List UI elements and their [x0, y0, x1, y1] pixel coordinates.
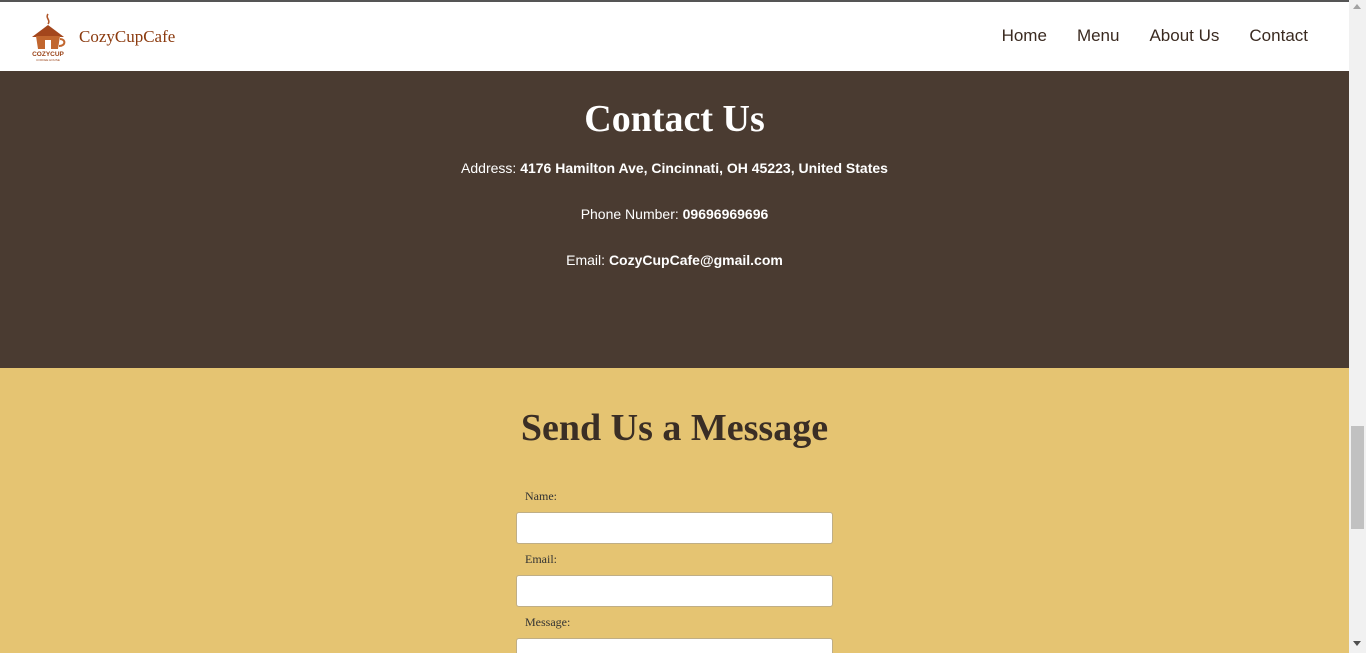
- phone-label: Phone Number:: [580, 206, 679, 222]
- nav-link-home[interactable]: Home: [1002, 26, 1047, 46]
- phone-line: Phone Number: 09696969696: [0, 206, 1349, 222]
- logo-icon: COZYCUP COFFEE HOUSE: [32, 13, 66, 62]
- vertical-scrollbar[interactable]: [1349, 0, 1366, 653]
- email-input[interactable]: [516, 575, 833, 607]
- contact-section: Contact Us Address: 4176 Hamilton Ave, C…: [0, 71, 1349, 368]
- email-label: Email:: [566, 252, 606, 268]
- brand[interactable]: COZYCUP COFFEE HOUSE CozyCupCafe: [27, 12, 175, 62]
- message-textarea[interactable]: [516, 638, 833, 653]
- scroll-down-arrow-icon[interactable]: [1353, 641, 1361, 646]
- contact-title: Contact Us: [584, 98, 765, 140]
- scroll-up-arrow-icon[interactable]: [1353, 4, 1361, 9]
- brand-name[interactable]: CozyCupCafe: [79, 27, 175, 47]
- email-line: Email: CozyCupCafe@gmail.com: [0, 252, 1349, 268]
- address-label: Address:: [461, 160, 517, 176]
- message-label: Message:: [525, 615, 571, 629]
- main-nav: Home Menu About Us Contact: [972, 26, 1308, 46]
- logo-text: COZYCUP: [32, 51, 64, 58]
- email-value: CozyCupCafe@gmail.com: [608, 252, 783, 268]
- navbar: COZYCUP COFFEE HOUSE CozyCupCafe Home Me…: [0, 2, 1349, 71]
- name-label: Name:: [525, 489, 557, 503]
- phone-value: 09696969696: [682, 206, 769, 222]
- email-label-form: Email:: [525, 552, 557, 566]
- name-input[interactable]: [516, 512, 833, 544]
- scrollbar-thumb[interactable]: [1351, 426, 1364, 529]
- logo-subtext: COFFEE HOUSE: [36, 58, 60, 62]
- message-section: Send Us a Message Name: Email: Message:: [0, 368, 1349, 653]
- nav-link-menu[interactable]: Menu: [1077, 26, 1120, 46]
- message-title: Send Us a Message: [520, 407, 829, 449]
- address-value: 4176 Hamilton Ave, Cincinnati, OH 45223,…: [520, 160, 888, 176]
- nav-link-contact[interactable]: Contact: [1249, 26, 1308, 46]
- address-line: Address: 4176 Hamilton Ave, Cincinnati, …: [0, 160, 1349, 176]
- nav-link-about-us[interactable]: About Us: [1149, 26, 1219, 46]
